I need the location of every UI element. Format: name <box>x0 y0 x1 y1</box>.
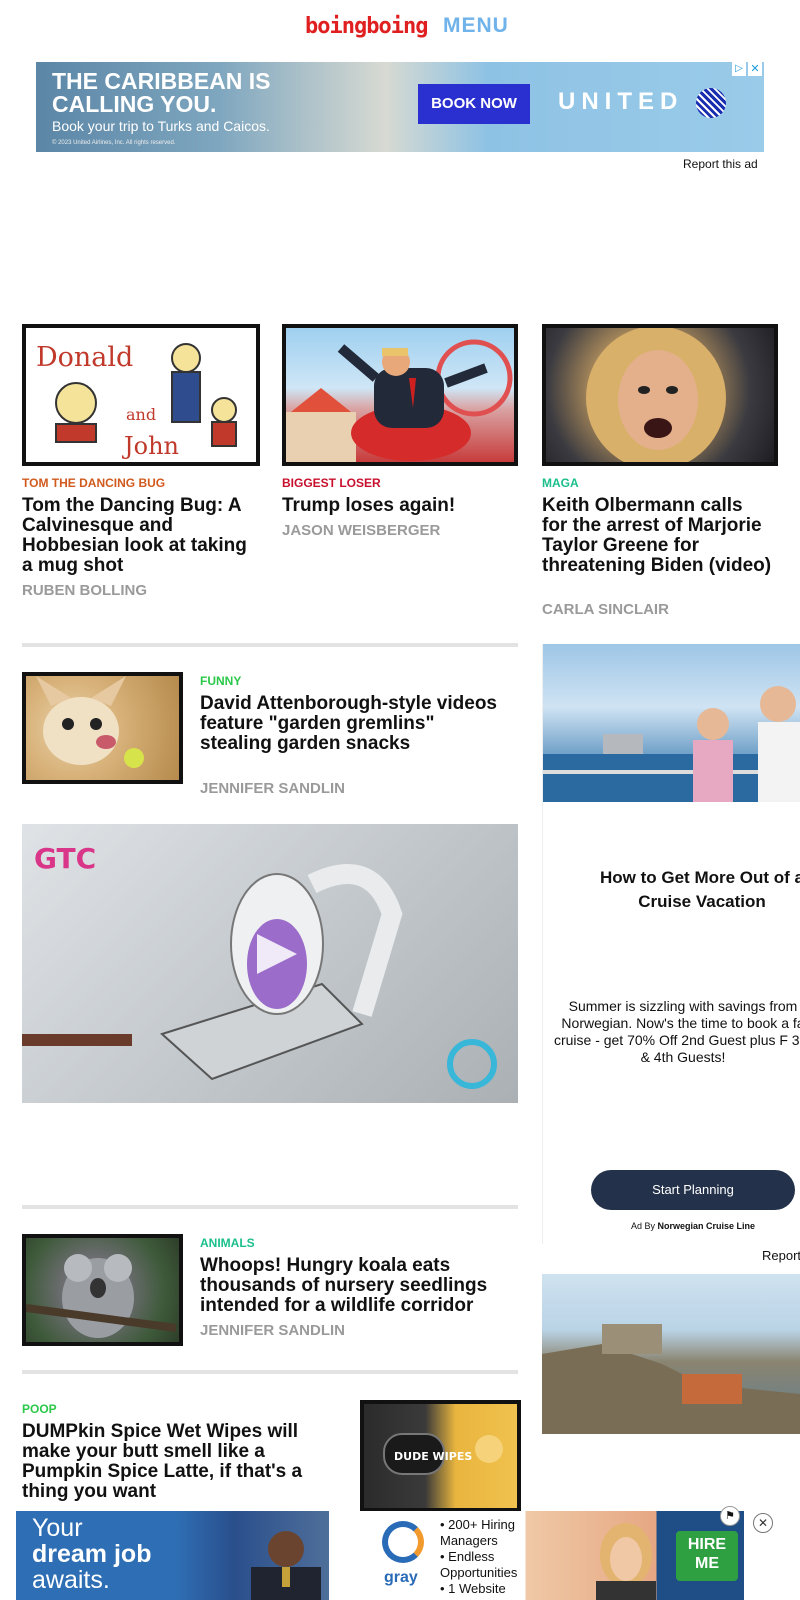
ad-bullets: • 200+ Hiring Managers • Endless Opportu… <box>440 1517 518 1596</box>
second-ad-photo[interactable] <box>542 1274 800 1434</box>
post-title[interactable]: DUMPkin Spice Wet Wipes will make your b… <box>22 1422 338 1502</box>
comic-text-and: and <box>126 405 156 424</box>
video-ad[interactable]: GTC <box>22 824 518 1103</box>
book-now-button[interactable]: BOOK NOW <box>418 84 530 124</box>
ad-tagline: Your dream job awaits. <box>32 1514 152 1594</box>
menu-button[interactable]: MENU <box>443 14 509 38</box>
ad-subtext: Book your trip to Turks and Caicos. <box>52 118 270 134</box>
post-author[interactable]: JENNIFER SANDLIN <box>200 780 345 797</box>
top-banner-ad[interactable]: THE CARIBBEAN IS CALLING YOU. Book your … <box>36 62 764 152</box>
comic-illustration: Donald and John <box>36 342 237 460</box>
post-author[interactable]: JASON WEISBERGER <box>282 522 440 539</box>
post-category[interactable]: FUNNY <box>200 674 241 688</box>
trump-illustration <box>286 339 513 462</box>
post-thumbnail[interactable] <box>22 672 183 784</box>
ad-headline: THE CARIBBEAN IS CALLING YOU. <box>52 68 271 117</box>
united-globe-icon <box>696 88 726 118</box>
post-author[interactable]: JENNIFER SANDLIN <box>200 1322 345 1339</box>
post-author[interactable]: RUBEN BOLLING <box>22 582 147 599</box>
post-category[interactable]: TOM THE DANCING BUG <box>22 476 165 490</box>
ad-by-brand[interactable]: Norwegian Cruise Line <box>658 1221 756 1231</box>
close-icon[interactable]: ✕ <box>748 62 762 76</box>
post-thumbnail[interactable]: Donald and John <box>22 324 260 466</box>
cruise-ad-text: Summer is sizzling with savings from Nor… <box>553 998 800 1065</box>
woman-illustration <box>586 328 726 462</box>
post-category[interactable]: ANIMALS <box>200 1236 255 1250</box>
ad-person-photo <box>216 1521 356 1600</box>
cruise-ad[interactable]: How to Get More Out of a Cruise Vacation… <box>542 644 800 1244</box>
post-title[interactable]: Trump loses again! <box>282 496 518 516</box>
post-title[interactable]: Tom the Dancing Bug: A Calvinesque and H… <box>22 496 262 576</box>
post-author[interactable]: CARLA SINCLAIR <box>542 601 669 618</box>
ad-brand: UNITED <box>558 88 684 115</box>
adchoices-icon[interactable]: ▷ <box>732 62 746 76</box>
cruise-ad-title: How to Get More Out of a Cruise Vacation <box>600 868 800 911</box>
report-ad-link[interactable]: Report <box>762 1248 800 1263</box>
post-thumbnail[interactable] <box>22 1234 183 1346</box>
gray-logo-text: gray <box>384 1569 418 1586</box>
section-divider <box>22 643 518 647</box>
vacuum-illustration: GTC <box>22 842 497 1089</box>
site-logo[interactable]: boingboing <box>305 14 428 39</box>
post-thumbnail[interactable] <box>282 324 518 466</box>
hire-me-button[interactable]: HIRE ME <box>676 1531 738 1581</box>
close-icon[interactable]: ✕ <box>753 1513 773 1533</box>
comic-text-john: John <box>121 432 179 460</box>
section-divider <box>22 1205 518 1209</box>
koala-illustration <box>26 1254 177 1338</box>
dude-wipes-illustration: DUDE WIPES <box>383 1433 503 1475</box>
report-ad-link[interactable]: Report this ad <box>683 157 758 171</box>
ad-woman-photo <box>576 1521 671 1600</box>
post-category[interactable]: MAGA <box>542 476 579 490</box>
post-thumbnail[interactable]: DUDE WIPES <box>360 1400 521 1512</box>
gray-logo-icon <box>382 1521 424 1563</box>
post-title[interactable]: David Attenborough-style videos feature … <box>200 694 500 754</box>
section-divider <box>22 1370 518 1374</box>
ad-attribution: Ad By Norwegian Cruise Line <box>631 1221 755 1231</box>
cruise-ad-photo <box>543 644 800 802</box>
post-category[interactable]: BIGGEST LOSER <box>282 476 381 490</box>
ad-by-prefix: Ad By <box>631 1221 656 1231</box>
gtc-badge: GTC <box>34 842 96 875</box>
post-title[interactable]: Keith Olbermann calls for the arrest of … <box>542 496 772 576</box>
post-thumbnail[interactable] <box>542 324 778 466</box>
dude-wipes-label: DUDE WIPES <box>394 1450 472 1463</box>
chihuahua-illustration <box>36 676 144 768</box>
bottom-sticky-ad[interactable]: Your dream job awaits. gray • 200+ Hirin… <box>16 1511 744 1600</box>
ad-fine-print: © 2023 United Airlines, Inc. All rights … <box>52 140 176 146</box>
flag-icon[interactable]: ⚑ <box>720 1506 740 1526</box>
post-category[interactable]: POOP <box>22 1402 57 1416</box>
start-planning-button[interactable]: Start Planning <box>591 1170 795 1210</box>
comic-text-donald: Donald <box>36 342 133 373</box>
post-title[interactable]: Whoops! Hungry koala eats thousands of n… <box>200 1256 520 1316</box>
